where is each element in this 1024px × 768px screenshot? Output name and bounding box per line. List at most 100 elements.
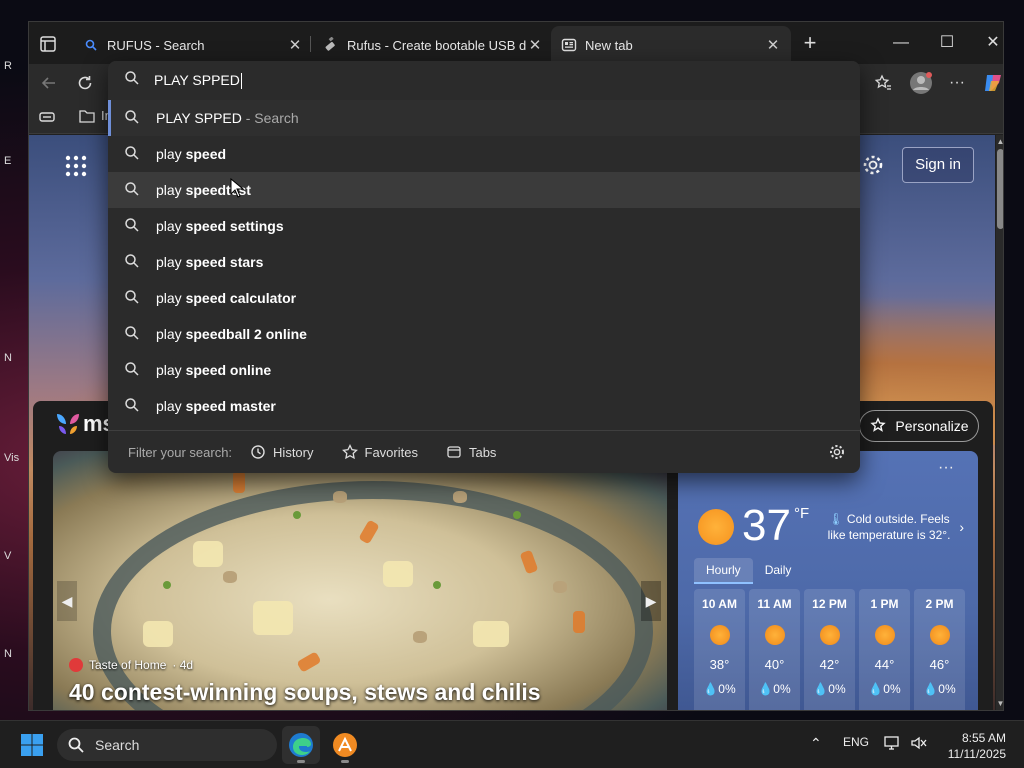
hour-item[interactable]: 10 AM 38° 💧0% [694,589,745,710]
tab-rufus-site[interactable]: Rufus - Create bootable USB drive ✕ [313,26,553,64]
filter-tabs-button[interactable]: Tabs [446,444,496,460]
search-icon [68,737,84,753]
volume-muted-icon[interactable] [910,735,928,754]
search-icon [83,37,99,53]
tab-actions-icon[interactable] [37,33,59,55]
windows-start-icon[interactable] [20,733,44,757]
settings-more-button[interactable]: ··· [943,69,971,97]
suggestion-text: play speed calculator [156,290,297,306]
suggestion-item[interactable]: play speedtest [108,172,860,208]
temperature-unit[interactable]: °F [794,505,809,522]
desktop-edge-label: R [4,60,12,72]
sign-in-button[interactable]: Sign in [902,147,974,183]
suggestion-text: play speed settings [156,218,284,234]
more-icon: ··· [949,74,965,91]
chevron-right-icon[interactable]: › [959,519,964,535]
hour-temp: 38° [709,657,730,672]
personalize-star-icon [870,417,887,432]
hourly-forecast: 10 AM 38° 💧0% 11 AM 40° 💧0% 12 PM 42° 💧0… [694,589,965,710]
language-indicator[interactable]: ENG [843,735,869,749]
minimize-button[interactable]: — [881,30,921,56]
hour-time: 1 PM [870,597,899,611]
suggestion-item[interactable]: play speedball 2 online [108,316,860,352]
suggestion-settings-gear-icon[interactable] [828,443,846,461]
arrow-left-icon [41,77,55,89]
taskbar-search-label: Search [95,737,140,753]
favorites-button[interactable] [869,69,897,97]
suggestion-item[interactable]: play speed calculator [108,280,860,316]
favorites-star-icon [874,74,891,90]
hour-precip: 💧0% [703,682,736,696]
new-tab-button[interactable]: + [797,31,823,57]
page-scrollbar[interactable]: ▲ ▼ [996,135,1003,710]
clock-time: 8:55 AM [961,731,1006,745]
weather-more-icon[interactable]: ··· [938,459,954,477]
weather-card[interactable]: ··· 37 °F 🌡 Cold outside. Feels like tem… [678,451,978,710]
hour-item[interactable]: 11 AM 40° 💧0% [749,589,800,710]
suggestion-item[interactable]: play speed stars [108,244,860,280]
hour-item[interactable]: 12 PM 42° 💧0% [804,589,855,710]
personalize-button[interactable]: Personalize [859,410,979,442]
address-input[interactable]: PLAY SPPED [154,72,242,90]
hero-image [93,481,653,710]
search-icon [124,181,140,200]
hero-card[interactable]: ◀ ▶ Taste of Home · 4d 40 contest-winnin… [53,451,667,710]
back-button[interactable] [35,69,63,97]
scroll-up-icon[interactable]: ▲ [996,137,1003,147]
weather-note: 🌡 Cold outside. Feels like temperature i… [824,511,954,543]
tab-bar: RUFUS - Search ✕ Rufus - Create bootable… [29,22,1003,64]
profile-avatar[interactable] [907,69,935,97]
source-logo-icon [69,658,83,672]
close-tab-icon[interactable]: ✕ [765,36,781,54]
hero-next-button[interactable]: ▶ [641,581,661,621]
scrollbar-thumb[interactable] [997,149,1003,229]
copilot-button[interactable] [979,69,1003,97]
current-temperature: 37 [742,501,791,550]
desktop-edge-label: N [4,648,12,660]
hour-temp: 46° [929,657,950,672]
hour-time: 12 PM [812,597,847,611]
tab-daily[interactable]: Daily [753,558,804,584]
search-icon [124,397,140,416]
close-window-button[interactable]: ✕ [973,30,1003,56]
msn-logo[interactable]: ms [55,411,115,437]
taskbar-clock[interactable]: 8:55 AM 11/11/2025 [948,730,1006,762]
droplet-icon: 💧 [923,682,939,696]
folder-icon [79,109,95,123]
chevron-up-icon[interactable]: ⌃ [810,735,822,752]
suggestion-item[interactable]: play speed settings [108,208,860,244]
maximize-button[interactable]: ☐ [927,30,967,56]
filter-history-button[interactable]: History [250,444,314,460]
rufus-taskbar-icon[interactable] [326,726,364,764]
personalize-label: Personalize [895,418,969,434]
suggestion-item[interactable]: play speed [108,136,860,172]
tab-new-tab[interactable]: New tab ✕ [551,26,791,64]
tab-rufus-search[interactable]: RUFUS - Search ✕ [73,26,313,64]
suggestion-item[interactable]: PLAY SPPED - Search [108,100,860,136]
taskbar-search-box[interactable]: Search [57,729,277,761]
address-bar[interactable]: PLAY SPPED [108,61,860,100]
search-icon [124,325,140,344]
hour-item[interactable]: 1 PM 44° 💧0% [859,589,910,710]
filter-label: Filter your search: [128,444,233,460]
close-tab-icon[interactable]: ✕ [287,36,303,54]
edge-taskbar-icon[interactable] [282,726,320,764]
filter-favorites-button[interactable]: Favorites [341,444,418,460]
suggestion-item[interactable]: play speed online [108,352,860,388]
apps-grid-icon[interactable] [65,155,87,177]
favorites-folder[interactable]: In [79,108,112,123]
hour-temp: 42° [819,657,840,672]
page-settings-gear-icon[interactable] [861,153,885,177]
refresh-button[interactable] [71,69,99,97]
sunny-icon [698,509,734,545]
tab-hourly[interactable]: Hourly [694,558,753,584]
scroll-down-icon[interactable]: ▼ [996,699,1003,709]
hero-title[interactable]: 40 contest-winning soups, stews and chil… [69,679,541,706]
hero-prev-button[interactable]: ◀ [57,581,77,621]
close-tab-icon[interactable]: ✕ [527,36,543,54]
suggestion-item[interactable]: play speed master [108,388,860,424]
tab-separator [310,36,311,52]
network-icon[interactable] [884,735,902,754]
hour-item[interactable]: 2 PM 46° 💧0% [914,589,965,710]
collections-icon[interactable] [39,110,55,129]
